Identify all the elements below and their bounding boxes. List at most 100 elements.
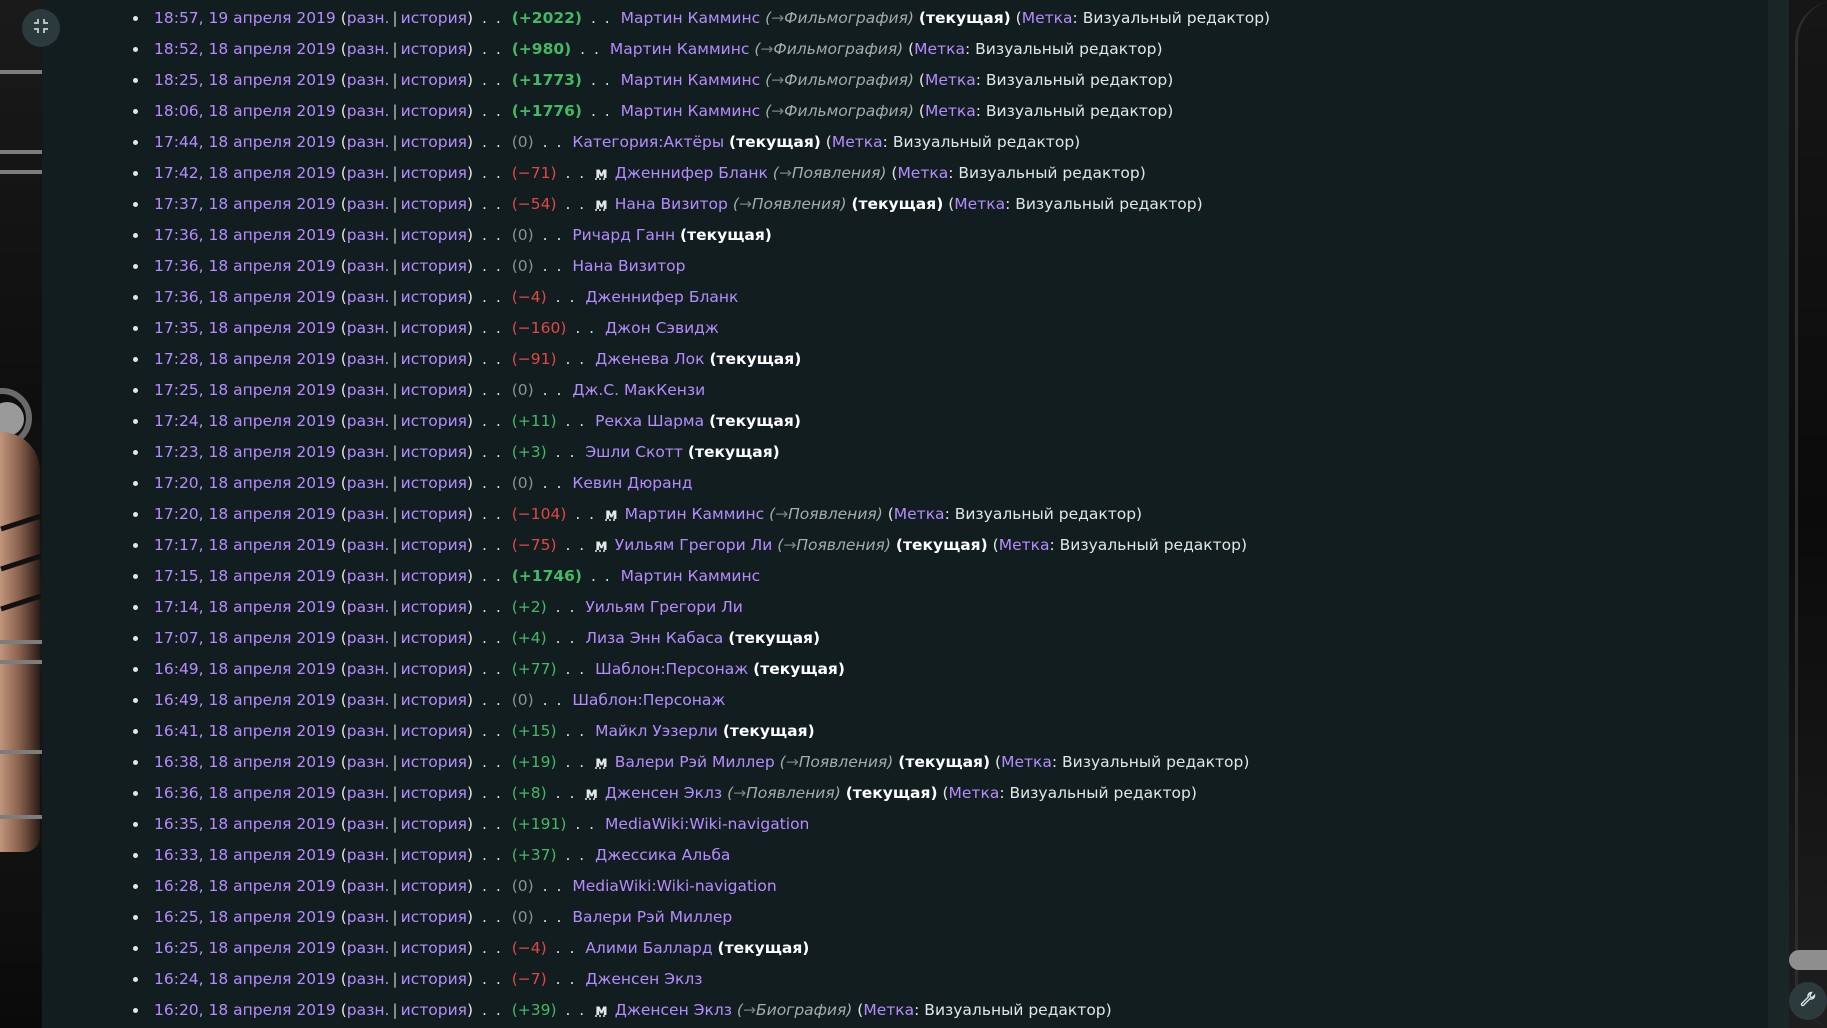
page-link[interactable]: Уильям Грегори Ли	[615, 536, 773, 554]
history-link[interactable]: история	[401, 784, 467, 802]
history-link[interactable]: история	[401, 40, 467, 58]
timestamp-link[interactable]: 17:28, 18 апреля 2019	[154, 350, 336, 368]
diff-link[interactable]: разн.	[347, 846, 390, 864]
tag-link[interactable]: Метка	[925, 71, 976, 89]
tag-link[interactable]: Метка	[999, 536, 1050, 554]
timestamp-link[interactable]: 17:20, 18 апреля 2019	[154, 505, 336, 523]
timestamp-link[interactable]: 17:44, 18 апреля 2019	[154, 133, 336, 151]
timestamp-link[interactable]: 17:36, 18 апреля 2019	[154, 257, 336, 275]
timestamp-link[interactable]: 16:24, 18 апреля 2019	[154, 970, 336, 988]
diff-link[interactable]: разн.	[347, 598, 390, 616]
timestamp-link[interactable]: 17:36, 18 апреля 2019	[154, 288, 336, 306]
history-link[interactable]: история	[401, 350, 467, 368]
collapse-button[interactable]	[22, 9, 60, 47]
section-link[interactable]: (→Фильмография)	[765, 71, 914, 89]
timestamp-link[interactable]: 17:24, 18 апреля 2019	[154, 412, 336, 430]
tag-link[interactable]: Метка	[897, 164, 948, 182]
timestamp-link[interactable]: 16:25, 18 апреля 2019	[154, 939, 336, 957]
page-link[interactable]: Мартин Камминс	[621, 9, 761, 27]
tools-button[interactable]	[1789, 982, 1827, 1020]
history-link[interactable]: история	[401, 691, 467, 709]
diff-link[interactable]: разн.	[347, 970, 390, 988]
timestamp-link[interactable]: 17:42, 18 апреля 2019	[154, 164, 336, 182]
history-link[interactable]: история	[401, 908, 467, 926]
section-link[interactable]: (→Появления)	[780, 753, 894, 771]
diff-link[interactable]: разн.	[347, 505, 390, 523]
page-link[interactable]: Мартин Камминс	[621, 102, 761, 120]
timestamp-link[interactable]: 17:20, 18 апреля 2019	[154, 474, 336, 492]
diff-link[interactable]: разн.	[347, 40, 390, 58]
tag-link[interactable]: Метка	[949, 784, 1000, 802]
timestamp-link[interactable]: 17:36, 18 апреля 2019	[154, 226, 336, 244]
diff-link[interactable]: разн.	[347, 71, 390, 89]
history-link[interactable]: история	[401, 9, 467, 27]
section-link[interactable]: (→Появления)	[733, 195, 847, 213]
page-link[interactable]: Уильям Грегори Ли	[585, 598, 743, 616]
tag-link[interactable]: Метка	[1001, 753, 1052, 771]
section-link[interactable]: (→Появления)	[777, 536, 891, 554]
section-link[interactable]: (→Фильмография)	[765, 9, 914, 27]
diff-link[interactable]: разн.	[347, 226, 390, 244]
diff-link[interactable]: разн.	[347, 722, 390, 740]
timestamp-link[interactable]: 16:38, 18 апреля 2019	[154, 753, 336, 771]
page-link[interactable]: Нана Визитор	[615, 195, 728, 213]
history-link[interactable]: история	[401, 474, 467, 492]
timestamp-link[interactable]: 17:25, 18 апреля 2019	[154, 381, 336, 399]
history-link[interactable]: история	[401, 753, 467, 771]
history-link[interactable]: история	[401, 505, 467, 523]
history-link[interactable]: история	[401, 815, 467, 833]
timestamp-link[interactable]: 16:25, 18 апреля 2019	[154, 908, 336, 926]
page-link[interactable]: MediaWiki:Wiki-navigation	[605, 815, 809, 833]
diff-link[interactable]: разн.	[347, 753, 390, 771]
diff-link[interactable]: разн.	[347, 288, 390, 306]
page-link[interactable]: Майкл Уэзерли	[595, 722, 718, 740]
timestamp-link[interactable]: 16:20, 18 апреля 2019	[154, 1001, 336, 1019]
history-link[interactable]: история	[401, 598, 467, 616]
history-link[interactable]: история	[401, 567, 467, 585]
history-link[interactable]: история	[401, 536, 467, 554]
diff-link[interactable]: разн.	[347, 691, 390, 709]
page-link[interactable]: Мартин Камминс	[625, 505, 765, 523]
diff-link[interactable]: разн.	[347, 350, 390, 368]
scrollbar[interactable]	[1768, 0, 1789, 1028]
tag-link[interactable]: Метка	[863, 1001, 914, 1019]
diff-link[interactable]: разн.	[347, 9, 390, 27]
tag-link[interactable]: Метка	[914, 40, 965, 58]
history-link[interactable]: история	[401, 226, 467, 244]
timestamp-link[interactable]: 17:15, 18 апреля 2019	[154, 567, 336, 585]
diff-link[interactable]: разн.	[347, 908, 390, 926]
page-link[interactable]: Рекха Шарма	[595, 412, 704, 430]
page-link[interactable]: Мартин Камминс	[610, 40, 750, 58]
history-link[interactable]: история	[401, 846, 467, 864]
page-link[interactable]: Мартин Камминс	[621, 71, 761, 89]
page-link[interactable]: Дженсен Эклз	[605, 784, 722, 802]
section-link[interactable]: (→Появления)	[773, 164, 887, 182]
diff-link[interactable]: разн.	[347, 815, 390, 833]
timestamp-link[interactable]: 16:33, 18 апреля 2019	[154, 846, 336, 864]
history-link[interactable]: история	[401, 71, 467, 89]
diff-link[interactable]: разн.	[347, 629, 390, 647]
timestamp-link[interactable]: 17:07, 18 апреля 2019	[154, 629, 336, 647]
diff-link[interactable]: разн.	[347, 1001, 390, 1019]
history-link[interactable]: история	[401, 877, 467, 895]
timestamp-link[interactable]: 18:52, 18 апреля 2019	[154, 40, 336, 58]
page-link[interactable]: Эшли Скотт	[585, 443, 683, 461]
page-link[interactable]: Джон Сэвидж	[605, 319, 719, 337]
diff-link[interactable]: разн.	[347, 660, 390, 678]
page-link[interactable]: Дженсен Эклз	[615, 1001, 732, 1019]
diff-link[interactable]: разн.	[347, 195, 390, 213]
history-link[interactable]: история	[401, 288, 467, 306]
section-link[interactable]: (→Фильмография)	[754, 40, 903, 58]
history-link[interactable]: история	[401, 970, 467, 988]
diff-link[interactable]: разн.	[347, 939, 390, 957]
diff-link[interactable]: разн.	[347, 877, 390, 895]
diff-link[interactable]: разн.	[347, 164, 390, 182]
history-link[interactable]: история	[401, 443, 467, 461]
page-link[interactable]: Дженнифер Бланк	[615, 164, 768, 182]
timestamp-link[interactable]: 16:35, 18 апреля 2019	[154, 815, 336, 833]
page-link[interactable]: Шаблон:Персонаж	[572, 691, 725, 709]
diff-link[interactable]: разн.	[347, 536, 390, 554]
page-link[interactable]: Категория:Актёры	[572, 133, 724, 151]
diff-link[interactable]: разн.	[347, 381, 390, 399]
history-link[interactable]: история	[401, 629, 467, 647]
